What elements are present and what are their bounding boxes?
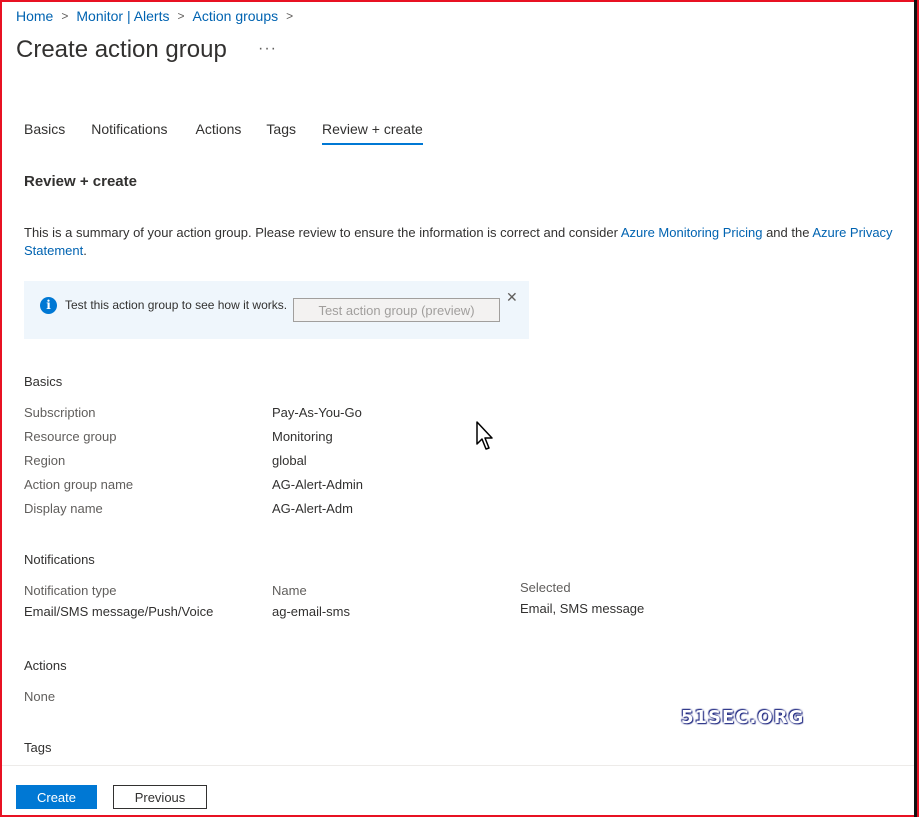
breadcrumb: Home > Monitor | Alerts > Action groups … xyxy=(16,8,301,24)
info-bar: i Test this action group to see how it w… xyxy=(24,281,529,339)
pricing-link[interactable]: Azure Monitoring Pricing xyxy=(621,225,763,240)
notification-type-header: Notification type xyxy=(24,583,117,598)
section-title: Review + create xyxy=(24,173,137,190)
action-group-name-value: AG-Alert-Admin xyxy=(272,477,364,492)
breadcrumb-home[interactable]: Home xyxy=(16,8,53,24)
summary-prefix: This is a summary of your action group. … xyxy=(24,225,621,240)
chevron-right-icon: > xyxy=(177,9,185,23)
tab-tags[interactable]: Tags xyxy=(266,121,296,143)
resource-group-label: Resource group xyxy=(24,429,117,444)
basics-heading: Basics xyxy=(24,374,63,389)
actions-heading: Actions xyxy=(24,658,67,673)
tab-notifications[interactable]: Notifications xyxy=(91,121,167,143)
display-name-value: AG-Alert-Adm xyxy=(272,501,353,516)
notification-name-header: Name xyxy=(272,583,307,598)
actions-value: None xyxy=(24,689,56,704)
breadcrumb-action-groups[interactable]: Action groups xyxy=(193,8,279,24)
create-button[interactable]: Create xyxy=(16,785,97,809)
notification-selected-value: Email, SMS message xyxy=(520,601,645,616)
footer-divider xyxy=(2,765,914,766)
action-group-name-label: Action group name xyxy=(24,477,134,492)
test-action-group-button[interactable]: Test action group (preview) xyxy=(293,298,500,322)
notification-type-value: Email/SMS message/Push/Voice xyxy=(24,604,214,619)
resource-group-value: Monitoring xyxy=(272,429,333,444)
tab-basics[interactable]: Basics xyxy=(24,121,65,143)
info-text: Test this action group to see how it wor… xyxy=(65,298,288,312)
info-icon: i xyxy=(40,297,57,314)
subscription-value: Pay-As-You-Go xyxy=(272,405,362,420)
chevron-right-icon: > xyxy=(61,9,69,23)
tab-actions[interactable]: Actions xyxy=(196,121,242,143)
summary-mid: and the xyxy=(762,225,813,240)
tab-review-create[interactable]: Review + create xyxy=(322,121,423,145)
chevron-right-icon: > xyxy=(286,9,294,23)
region-label: Region xyxy=(24,453,66,468)
notifications-heading: Notifications xyxy=(24,552,95,567)
summary-suffix: . xyxy=(83,243,87,258)
scrollbar-edge[interactable] xyxy=(914,0,917,817)
breadcrumb-monitor-alerts[interactable]: Monitor | Alerts xyxy=(76,8,169,24)
more-options-button[interactable]: ··· xyxy=(258,40,277,58)
region-value: global xyxy=(272,453,307,468)
page-title: Create action group xyxy=(16,36,227,63)
notification-selected-header: Selected xyxy=(520,580,571,595)
subscription-label: Subscription xyxy=(24,405,96,420)
summary-text: This is a summary of your action group. … xyxy=(24,224,912,260)
previous-button[interactable]: Previous xyxy=(113,785,207,809)
notification-name-value: ag-email-sms xyxy=(272,604,351,619)
tags-heading: Tags xyxy=(24,740,52,755)
close-icon[interactable]: ✕ xyxy=(506,289,518,306)
display-name-label: Display name xyxy=(24,501,103,516)
mouse-cursor-icon xyxy=(476,421,493,450)
tab-bar: Basics Notifications Actions Tags Review… xyxy=(24,121,423,145)
watermark-text: 51SEC.ORG xyxy=(681,707,805,728)
